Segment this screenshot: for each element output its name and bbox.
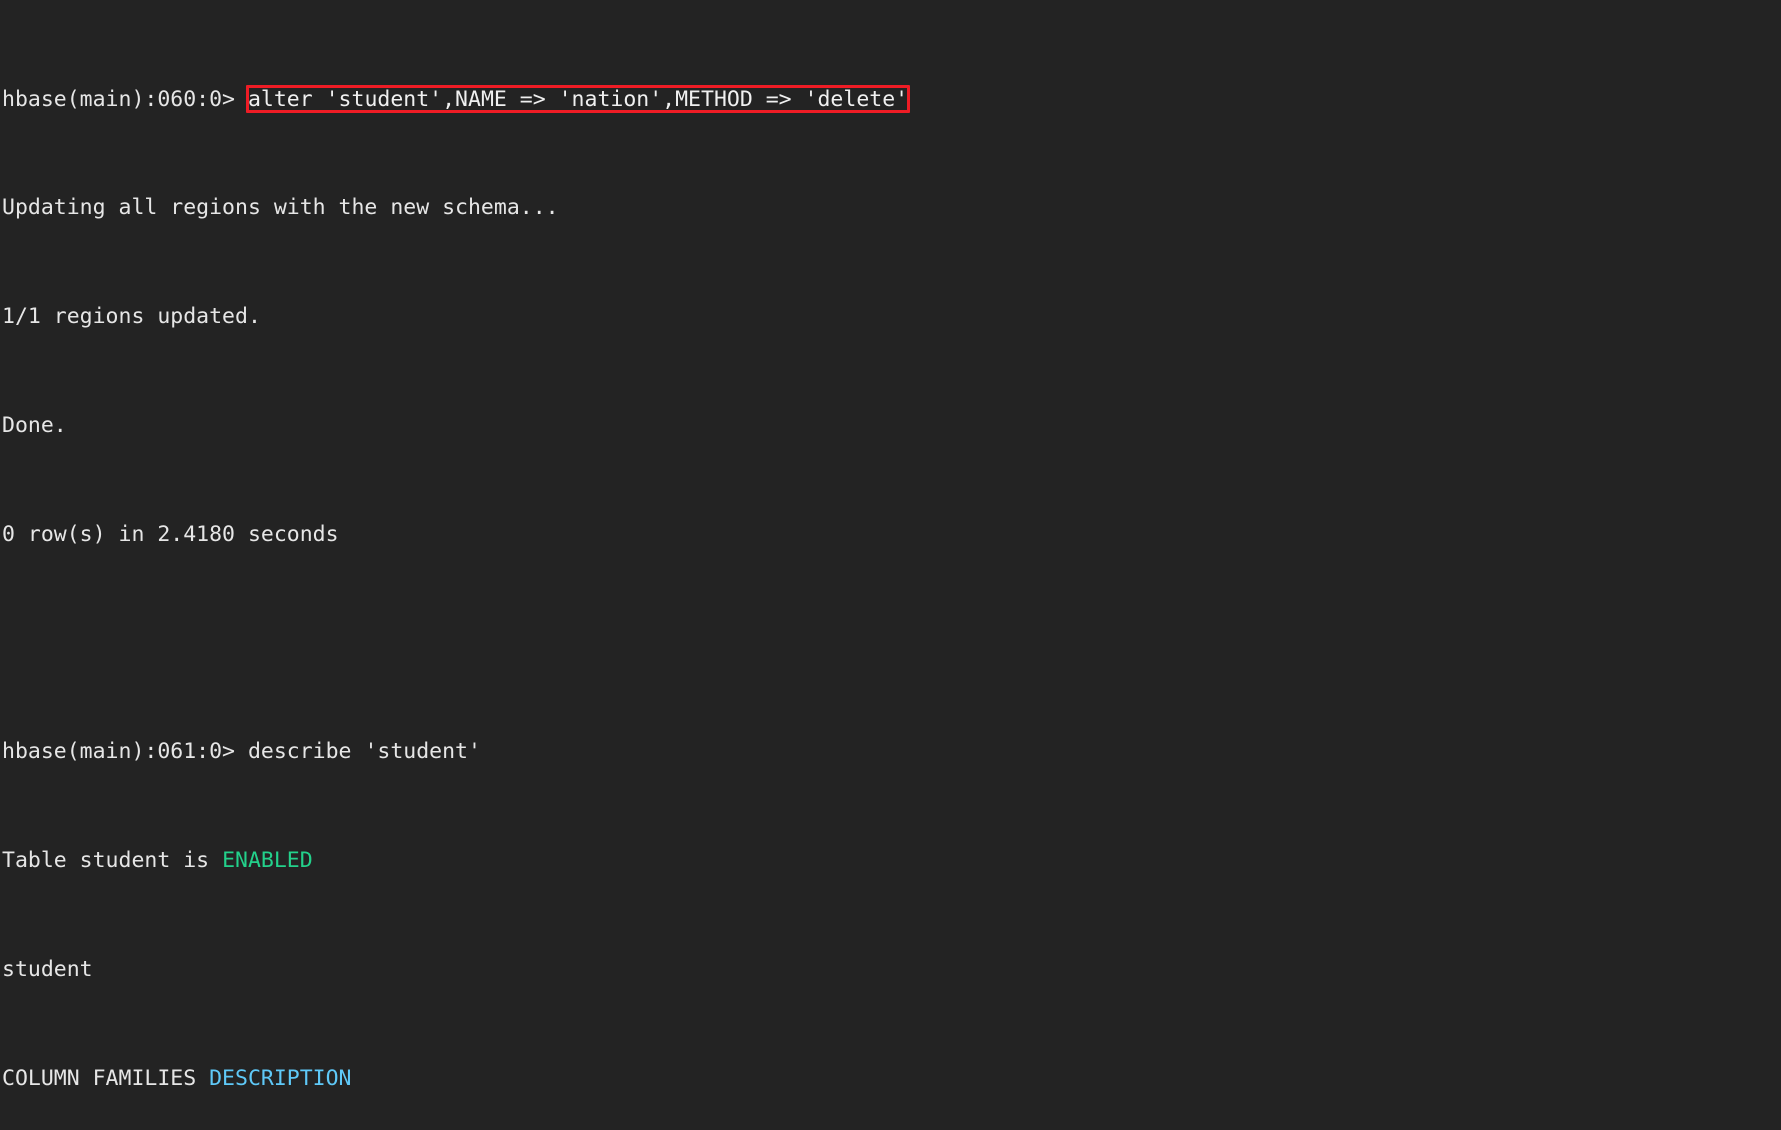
terminal-line-done: Done. (2, 412, 1781, 439)
description-label: DESCRIPTION (209, 1065, 352, 1091)
terminal-line-updating-regions: Updating all regions with the new schema… (2, 194, 1781, 221)
terminal-line-table-status: Table student is ENABLED (2, 847, 1781, 874)
shell-prompt-061: hbase(main):061:0> (2, 739, 248, 765)
terminal-line-table-name: student (2, 956, 1781, 983)
describe-command-text: describe 'student' (247, 739, 481, 765)
table-status-badge: ENABLED (222, 848, 313, 874)
done-text: Done. (2, 413, 67, 438)
column-families-label: COLUMN FAMILIES (2, 1065, 210, 1091)
alter-timing-text: 0 row(s) in 2.4180 seconds (2, 521, 339, 547)
terminal-line-column-families-header: COLUMN FAMILIES DESCRIPTION (2, 1065, 1781, 1092)
shell-prompt-060: hbase(main):060:0> (2, 86, 248, 112)
alter-command-text: alter 'student',NAME => 'nation',METHOD … (247, 86, 909, 112)
regions-updated-text: 1/1 regions updated. (2, 304, 261, 330)
table-status-label: Table student is (2, 848, 223, 874)
table-name-text: student (2, 956, 93, 982)
terminal-window[interactable]: hbase(main):060:0> alter 'student',NAME … (0, 0, 1781, 1091)
terminal-line-describe-command: hbase(main):061:0> describe 'student' (2, 738, 1781, 765)
updating-regions-text: Updating all regions with the new schema… (2, 195, 559, 221)
terminal-line-alter-timing: 0 row(s) in 2.4180 seconds (2, 521, 1781, 548)
terminal-line-alter-command: hbase(main):060:0> alter 'student',NAME … (2, 86, 1781, 113)
terminal-line-regions-updated: 1/1 regions updated. (2, 303, 1781, 330)
